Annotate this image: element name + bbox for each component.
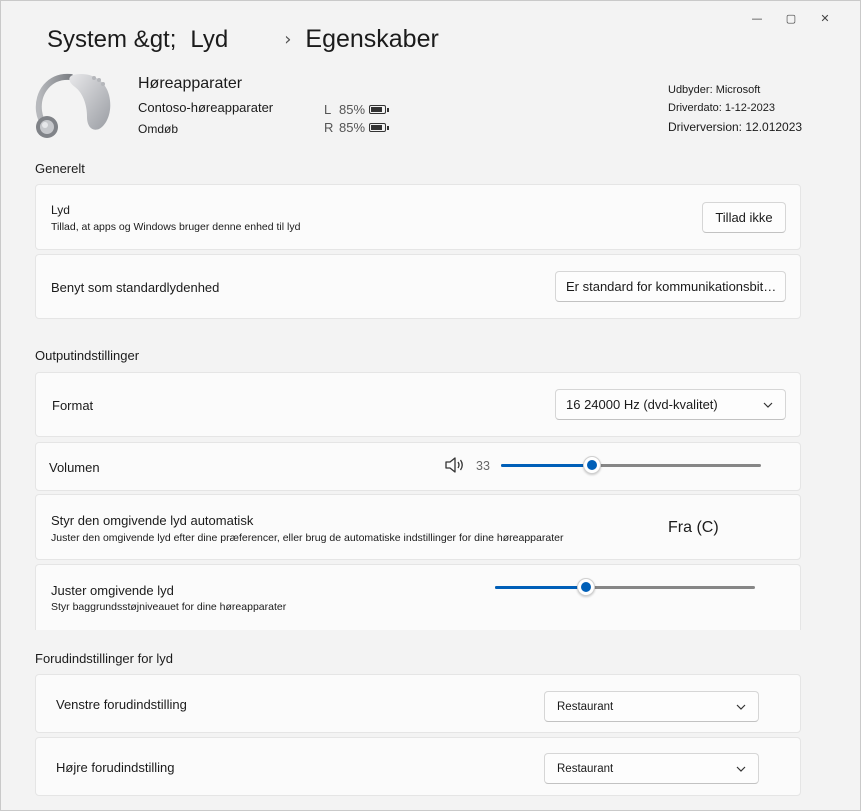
card-ambient-adjust: Juster omgivende lyd Styr baggrundsstøjn… (35, 564, 801, 630)
audio-subtitle: Tillad, at apps og Windows bruger denne … (51, 221, 301, 233)
slider-thumb[interactable] (583, 456, 601, 474)
format-select[interactable]: 16 24000 Hz (dvd-kvalitet) (555, 389, 786, 420)
format-value: 16 24000 Hz (dvd-kvalitet) (566, 397, 718, 412)
chevron-right-icon: › (284, 29, 292, 50)
volume-title: Volumen (49, 460, 100, 475)
battery-left: L 85% (324, 102, 390, 117)
device-model: Contoso-høreapparater (138, 100, 274, 115)
battery-percent: 85% (339, 120, 366, 135)
battery-side-label: R (324, 120, 334, 135)
default-device-title: Benyt som standardlydenhed (51, 280, 220, 295)
rename-link[interactable]: Omdøb (138, 122, 178, 136)
maximize-button[interactable]: ▢ (774, 7, 808, 29)
driver-date-text: Driverdato: 1-12-2023 (668, 102, 776, 114)
audio-title: Lyd (51, 203, 70, 217)
slider-fill (501, 464, 592, 467)
ambient-adjust-subtitle: Styr baggrundsstøjniveauet for dine høre… (51, 601, 287, 613)
settings-window: — ▢ ✕ System &gt; Lyd › Egenskaber Hørea… (0, 0, 861, 811)
card-right-preset: Højre forudindstilling Restaurant (35, 737, 801, 796)
card-volume: Volumen 33 (35, 442, 801, 491)
ambient-auto-state[interactable]: Fra (C) (668, 519, 719, 537)
page-title: Egenskaber (305, 25, 439, 53)
card-default-device: Benyt som standardlydenhed Er standard f… (35, 254, 801, 319)
chevron-down-icon (736, 766, 746, 772)
right-preset-value: Restaurant (557, 762, 614, 775)
left-preset-title: Venstre forudindstilling (56, 697, 187, 712)
ambient-auto-title: Styr den omgivende lyd automatisk (51, 513, 254, 528)
disallow-audio-button[interactable]: Tillad ikke (702, 202, 786, 233)
default-device-value: Er standard for kommunikationsbit… (566, 279, 777, 294)
right-preset-select[interactable]: Restaurant (544, 753, 759, 784)
window-controls: — ▢ ✕ (740, 7, 842, 29)
chevron-down-icon (763, 402, 773, 408)
ambient-auto-subtitle: Juster den omgivende lyd efter dine præf… (51, 532, 564, 544)
left-preset-value: Restaurant (557, 700, 614, 713)
battery-percent: 85% (339, 102, 366, 117)
card-format: Format 16 24000 Hz (dvd-kvalitet) (35, 372, 801, 437)
breadcrumb-sound[interactable]: Lyd (190, 26, 228, 54)
ambient-adjust-title: Juster omgivende lyd (51, 583, 174, 598)
breadcrumb: System &gt; Lyd › Egenskaber (47, 25, 439, 54)
volume-value: 33 (476, 459, 490, 473)
battery-side-label: L (324, 102, 332, 117)
hearing-aid-icon (35, 73, 111, 138)
volume-slider[interactable] (501, 455, 761, 475)
card-audio: Lyd Tillad, at apps og Windows bruger de… (35, 184, 801, 250)
slider-thumb[interactable] (577, 578, 595, 596)
card-left-preset: Venstre forudindstilling Restaurant (35, 674, 801, 733)
section-title-output: Outputindstillinger (35, 348, 140, 363)
provider-text: Udbyder: Microsoft (668, 84, 761, 96)
section-title-general: Generelt (35, 161, 85, 176)
chevron-down-icon (736, 704, 746, 710)
speaker-icon[interactable] (444, 456, 466, 474)
section-title-presets: Forudindstillinger for lyd (35, 651, 174, 666)
battery-icon (369, 105, 390, 114)
slider-fill (495, 586, 586, 589)
device-header: Høreapparater Contoso-høreapparater Omdø… (31, 69, 831, 149)
ambient-slider[interactable] (495, 577, 755, 597)
left-preset-select[interactable]: Restaurant (544, 691, 759, 722)
driver-info: Udbyder: Microsoft Driverdato: 1-12-2023… (668, 81, 802, 136)
close-button[interactable]: ✕ (808, 7, 842, 29)
battery-right: R 85% (324, 120, 390, 135)
right-preset-title: Højre forudindstilling (56, 760, 175, 775)
device-name: Høreapparater (138, 75, 243, 92)
breadcrumb-system[interactable]: System &gt; (47, 26, 176, 54)
minimize-button[interactable]: — (740, 7, 774, 29)
battery-icon (369, 123, 390, 132)
format-title: Format (52, 398, 94, 413)
card-ambient-auto: Styr den omgivende lyd automatisk Juster… (35, 494, 801, 560)
driver-version-text: Driverversion: 12.012023 (668, 120, 803, 134)
default-device-select[interactable]: Er standard for kommunikationsbit… (555, 271, 786, 302)
